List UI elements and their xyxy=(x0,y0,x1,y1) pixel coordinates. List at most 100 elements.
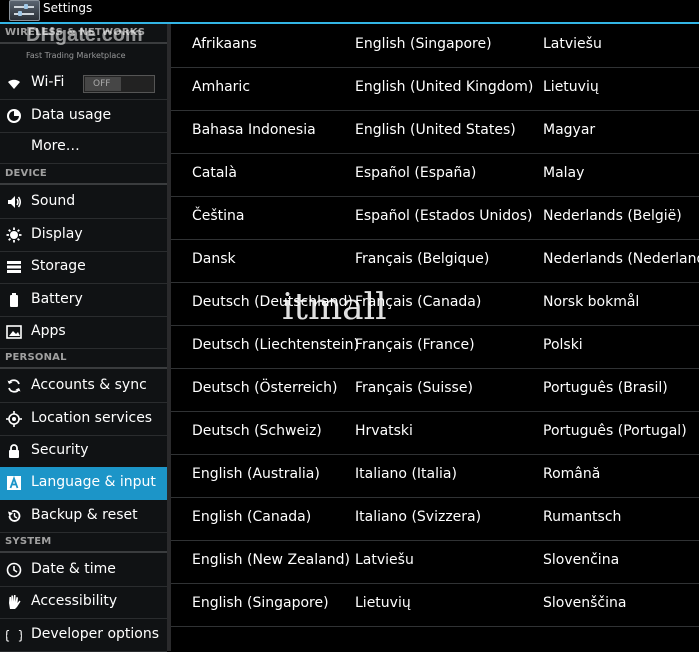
language-option[interactable]: Français (France) xyxy=(355,337,475,353)
sidebar-item-data-usage[interactable]: Data usage xyxy=(0,100,167,133)
sidebar-item-label: Display xyxy=(31,226,83,242)
language-option[interactable]: English (New Zealand) xyxy=(192,552,350,568)
sidebar-item-security[interactable]: Security xyxy=(0,435,167,468)
language-option[interactable]: Norsk bokmål xyxy=(543,294,639,310)
language-option[interactable]: Deutsch (Österreich) xyxy=(192,380,337,396)
sidebar-item-apps[interactable]: Apps xyxy=(0,316,167,349)
section-header-device: DEVICE xyxy=(0,166,167,185)
sidebar-item-label: Accessibility xyxy=(31,593,118,609)
language-option[interactable]: Bahasa Indonesia xyxy=(192,122,316,138)
language-icon xyxy=(6,475,22,491)
sidebar-item-label: Security xyxy=(31,442,89,458)
language-row: Deutsch (Deutschland) Français (Canada) No… xyxy=(171,282,699,326)
language-option[interactable]: Nederlands (België) xyxy=(543,208,682,224)
sync-icon xyxy=(6,378,22,394)
sidebar-item-accessibility[interactable]: Accessibility xyxy=(0,586,167,619)
language-option[interactable]: Čeština xyxy=(192,208,245,224)
language-option[interactable]: English (Singapore) xyxy=(355,36,492,52)
section-header-label: SYSTEM xyxy=(5,536,52,547)
language-row: Deutsch (Österreich) Français (Suisse) Por… xyxy=(171,368,699,412)
language-option[interactable]: Français (Suisse) xyxy=(355,380,473,396)
language-option[interactable]: Slovenčina xyxy=(543,552,619,568)
language-option[interactable]: Magyar xyxy=(543,122,595,138)
language-option[interactable]: Italiano (Svizzera) xyxy=(355,509,481,525)
sound-icon xyxy=(6,194,22,210)
accessibility-icon xyxy=(6,594,22,610)
sidebar-item-accounts-and-sync[interactable]: Accounts & sync xyxy=(0,370,167,403)
language-option[interactable]: Slovenščina xyxy=(543,595,626,611)
svg-text:{ }: { } xyxy=(6,629,22,643)
language-row: Deutsch (Schweiz) Hrvatski Português (Port… xyxy=(171,411,699,455)
language-option[interactable]: Polski xyxy=(543,337,583,353)
language-option[interactable]: English (Canada) xyxy=(192,509,311,525)
language-option[interactable]: Català xyxy=(192,165,237,181)
sidebar-item-sound[interactable]: Sound xyxy=(0,186,167,219)
apps-icon xyxy=(6,324,22,340)
language-option[interactable]: Deutsch (Liechtenstein) xyxy=(192,337,359,353)
toggle-state-label: OFF xyxy=(93,79,111,89)
sidebar-item-battery[interactable]: Battery xyxy=(0,284,167,317)
wifi-icon xyxy=(6,75,22,91)
sidebar-item-wi-fi[interactable]: Wi-Fi OFF xyxy=(0,67,167,100)
language-row: Čeština Español (Estados Unidos) Nederland… xyxy=(171,196,699,240)
language-option[interactable]: Lietuvių xyxy=(543,79,599,95)
language-option[interactable]: Dansk xyxy=(192,251,236,267)
language-option[interactable]: Français (Belgique) xyxy=(355,251,489,267)
sidebar-item-display[interactable]: Display xyxy=(0,219,167,252)
sidebar-item-label: Wi-Fi xyxy=(31,74,65,90)
settings-icon[interactable] xyxy=(9,0,40,21)
language-option[interactable]: Nederlands (Nederland) xyxy=(543,251,699,267)
storage-icon xyxy=(6,259,22,275)
language-option[interactable]: Español (España) xyxy=(355,165,476,181)
sidebar-item-location-services[interactable]: Location services xyxy=(0,403,167,436)
sidebar-item-label: Backup & reset xyxy=(31,507,138,523)
language-option[interactable]: Español (Estados Unidos) xyxy=(355,208,532,224)
sidebar-item-more[interactable]: More… xyxy=(0,131,167,164)
language-option[interactable]: Malay xyxy=(543,165,584,181)
lock-icon xyxy=(6,443,22,459)
data-usage-icon xyxy=(6,108,22,124)
sidebar-item-label: Storage xyxy=(31,258,86,274)
display-icon xyxy=(6,227,22,243)
language-row: Català Español (España) Malay xyxy=(171,153,699,197)
language-option[interactable]: Lietuvių xyxy=(355,595,411,611)
language-option[interactable]: English (Australia) xyxy=(192,466,320,482)
backup-icon xyxy=(6,508,22,524)
language-list[interactable]: Afrikaans English (Singapore) Latviešu Amha… xyxy=(171,24,699,651)
sidebar-item-date-and-time[interactable]: Date & time xyxy=(0,554,167,587)
language-option[interactable]: Română xyxy=(543,466,600,482)
developer-icon: { } xyxy=(3,627,25,643)
itmall-watermark: itmall xyxy=(282,287,387,328)
language-option[interactable]: Rumantsch xyxy=(543,509,621,525)
language-row: English (Australia) Italiano (Italia) Româ… xyxy=(171,454,699,498)
clock-icon xyxy=(6,562,22,578)
sidebar-item-language-and-input[interactable]: Language & input xyxy=(0,467,167,500)
sidebar-item-label: Developer options xyxy=(31,626,160,642)
sidebar-item-label: Battery xyxy=(31,291,83,307)
language-option[interactable]: Deutsch (Schweiz) xyxy=(192,423,322,439)
language-option[interactable]: English (United Kingdom) xyxy=(355,79,533,95)
language-option[interactable]: Hrvatski xyxy=(355,423,413,439)
sidebar-item-storage[interactable]: Storage xyxy=(0,251,167,284)
sidebar-item-backup-and-reset[interactable]: Backup & reset xyxy=(0,500,167,533)
language-option[interactable]: English (United States) xyxy=(355,122,516,138)
sidebar-item-label: Location services xyxy=(31,410,153,426)
sidebar-item-label: More… xyxy=(31,138,80,154)
wifi-toggle[interactable]: OFF xyxy=(83,75,155,93)
dhgate-watermark: DHgate.com Fast Trading Marketplace xyxy=(26,24,143,66)
sidebar-item-developer-options[interactable]: { } Developer options xyxy=(0,619,167,652)
sidebar-item-label: Language & input xyxy=(31,474,156,490)
sidebar-item-label: Data usage xyxy=(31,107,112,123)
language-option[interactable]: Italiano (Italia) xyxy=(355,466,457,482)
section-header-system: SYSTEM xyxy=(0,534,167,553)
language-option[interactable]: Afrikaans xyxy=(192,36,257,52)
language-option[interactable]: Português (Brasil) xyxy=(543,380,668,396)
language-option[interactable]: English (Singapore) xyxy=(192,595,329,611)
language-option[interactable]: Latviešu xyxy=(543,36,602,52)
language-row: English (New Zealand) Latviešu Slovenčina xyxy=(171,540,699,584)
language-option[interactable]: Latviešu xyxy=(355,552,414,568)
language-option[interactable]: Português (Portugal) xyxy=(543,423,687,439)
language-row: Bahasa Indonesia English (United States) M… xyxy=(171,110,699,154)
language-option[interactable]: Amharic xyxy=(192,79,250,95)
dhgate-watermark-text: DHgate.com xyxy=(26,24,143,46)
